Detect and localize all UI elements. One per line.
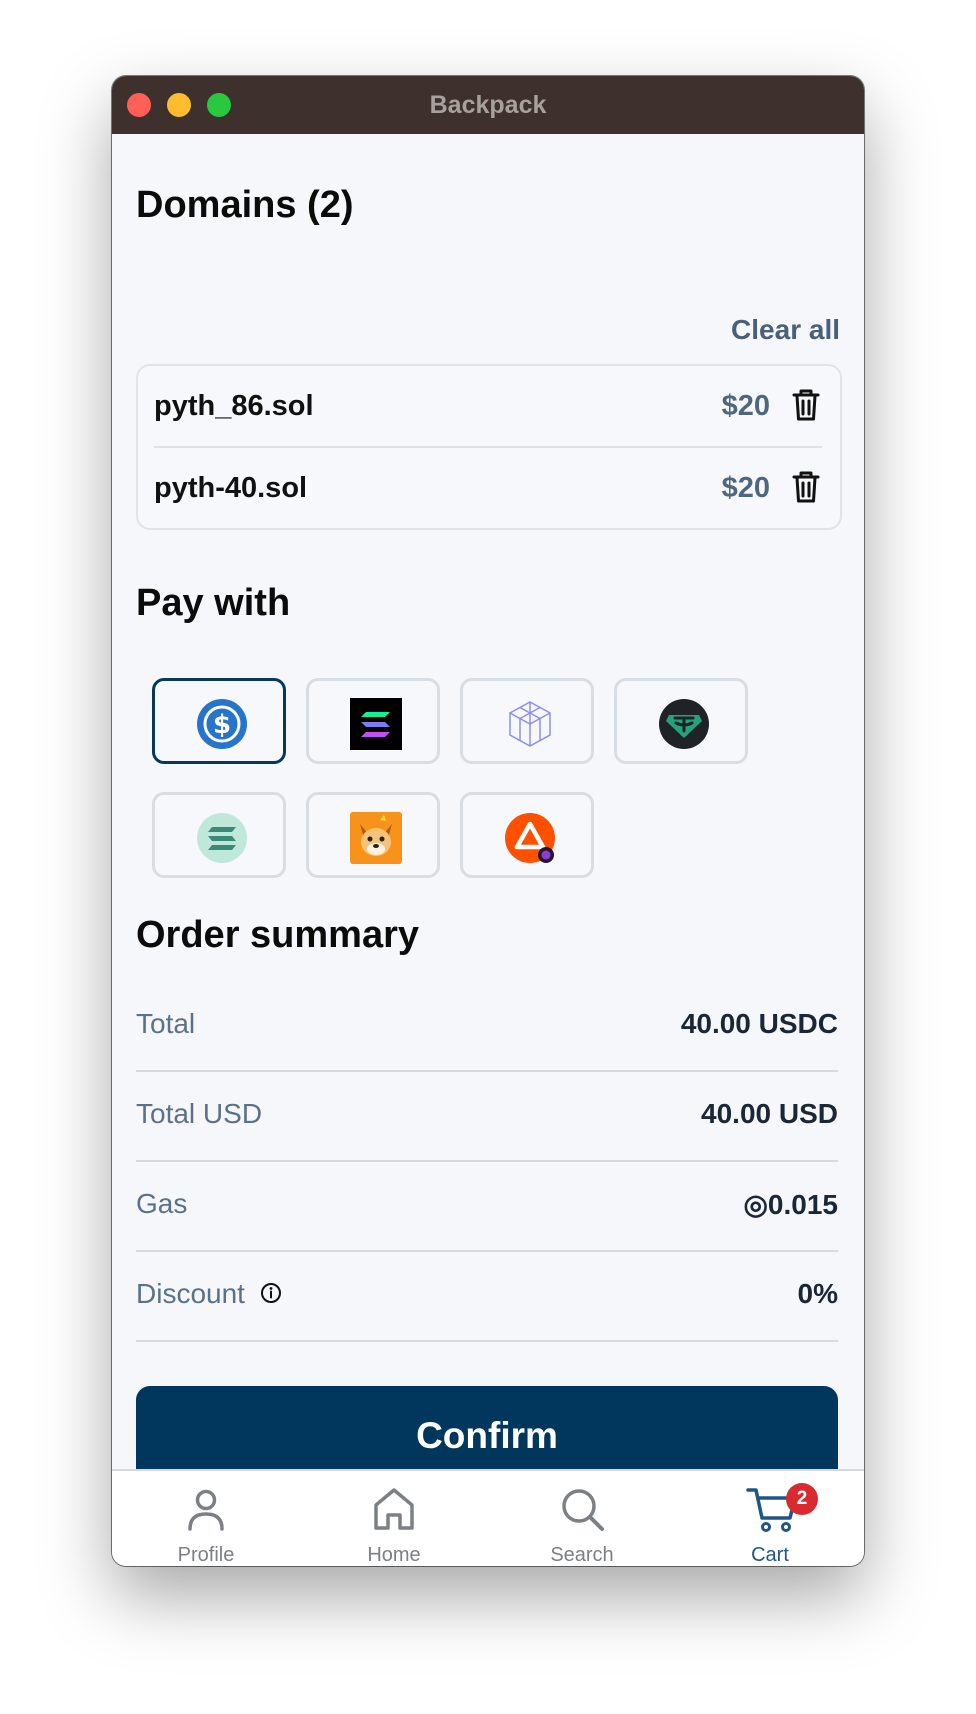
- cart-content: Domains (2) Clear all pyth_86.sol $20 py…: [112, 134, 864, 1530]
- staked-sol-icon: [197, 813, 247, 863]
- cart-count-badge: 2: [786, 1483, 818, 1515]
- token-option-tether[interactable]: [614, 678, 748, 764]
- summary-label: Total: [136, 1008, 196, 1039]
- cube-icon: [509, 701, 551, 747]
- summary-value: 0%: [797, 1278, 838, 1309]
- summary-row-total-usd: Total USD 40.00 USD: [136, 1070, 838, 1162]
- domains-heading: Domains (2): [136, 184, 354, 226]
- domain-row: pyth_86.sol $20: [154, 366, 822, 448]
- summary-value: 40.00 USDC: [680, 1008, 838, 1039]
- domain-price: $20: [721, 472, 770, 504]
- tab-label: Home: [367, 1544, 421, 1566]
- token-option-usdc[interactable]: $: [152, 678, 286, 764]
- summary-label: Gas: [136, 1188, 188, 1219]
- usdc-icon: $: [197, 699, 247, 749]
- tab-label: Profile: [177, 1544, 235, 1566]
- tab-profile[interactable]: Profile: [112, 1471, 300, 1566]
- summary-label: Discount: [136, 1278, 245, 1309]
- summary-row-total: Total 40.00 USDC: [136, 980, 838, 1072]
- bonk-dog-icon: [350, 812, 402, 864]
- domain-name: pyth_86.sol: [154, 390, 314, 422]
- domain-row: pyth-40.sol $20: [154, 448, 822, 528]
- tab-cart[interactable]: 2 Cart: [676, 1471, 864, 1566]
- solana-icon: [350, 698, 402, 750]
- trash-icon[interactable]: [790, 388, 822, 422]
- pay-with-heading: Pay with: [136, 582, 291, 624]
- tab-label: Cart: [751, 1544, 789, 1566]
- summary-row-gas: Gas ◎0.015: [136, 1160, 838, 1252]
- home-icon: [374, 1488, 414, 1530]
- person-icon: [188, 1489, 224, 1531]
- domains-list: pyth_86.sol $20 pyth-40.sol $20: [136, 364, 842, 530]
- info-icon[interactable]: [260, 1282, 282, 1304]
- summary-value: ◎0.015: [743, 1189, 839, 1220]
- tab-label: Search: [550, 1544, 614, 1566]
- bottom-tab-bar: Profile Home Search 2 Cart: [112, 1469, 864, 1566]
- window-title: Backpack: [429, 91, 547, 119]
- token-option-solana[interactable]: [306, 678, 440, 764]
- domain-price: $20: [721, 390, 770, 422]
- trash-icon[interactable]: [790, 470, 822, 504]
- token-option-cube[interactable]: [460, 678, 594, 764]
- clear-all-button[interactable]: Clear all: [731, 314, 840, 346]
- domain-name: pyth-40.sol: [154, 472, 308, 504]
- token-option-staked-sol[interactable]: [152, 792, 286, 878]
- summary-row-discount: Discount 0%: [136, 1250, 838, 1342]
- tether-icon: [659, 699, 709, 749]
- order-summary-heading: Order summary: [136, 914, 420, 956]
- app-window: Backpack Domains (2) Clear all pyth_86.s…: [112, 76, 864, 1566]
- bat-triangle-icon: [505, 813, 555, 863]
- summary-label: Total USD: [136, 1098, 263, 1129]
- token-option-bonk[interactable]: [306, 792, 440, 878]
- search-icon: [562, 1489, 604, 1531]
- title-bar: Backpack: [112, 76, 864, 134]
- svg-text:$: $: [213, 710, 231, 740]
- token-option-bat[interactable]: [460, 792, 594, 878]
- tab-search[interactable]: Search: [488, 1471, 676, 1566]
- summary-value: 40.00 USD: [701, 1098, 838, 1129]
- tab-home[interactable]: Home: [300, 1471, 488, 1566]
